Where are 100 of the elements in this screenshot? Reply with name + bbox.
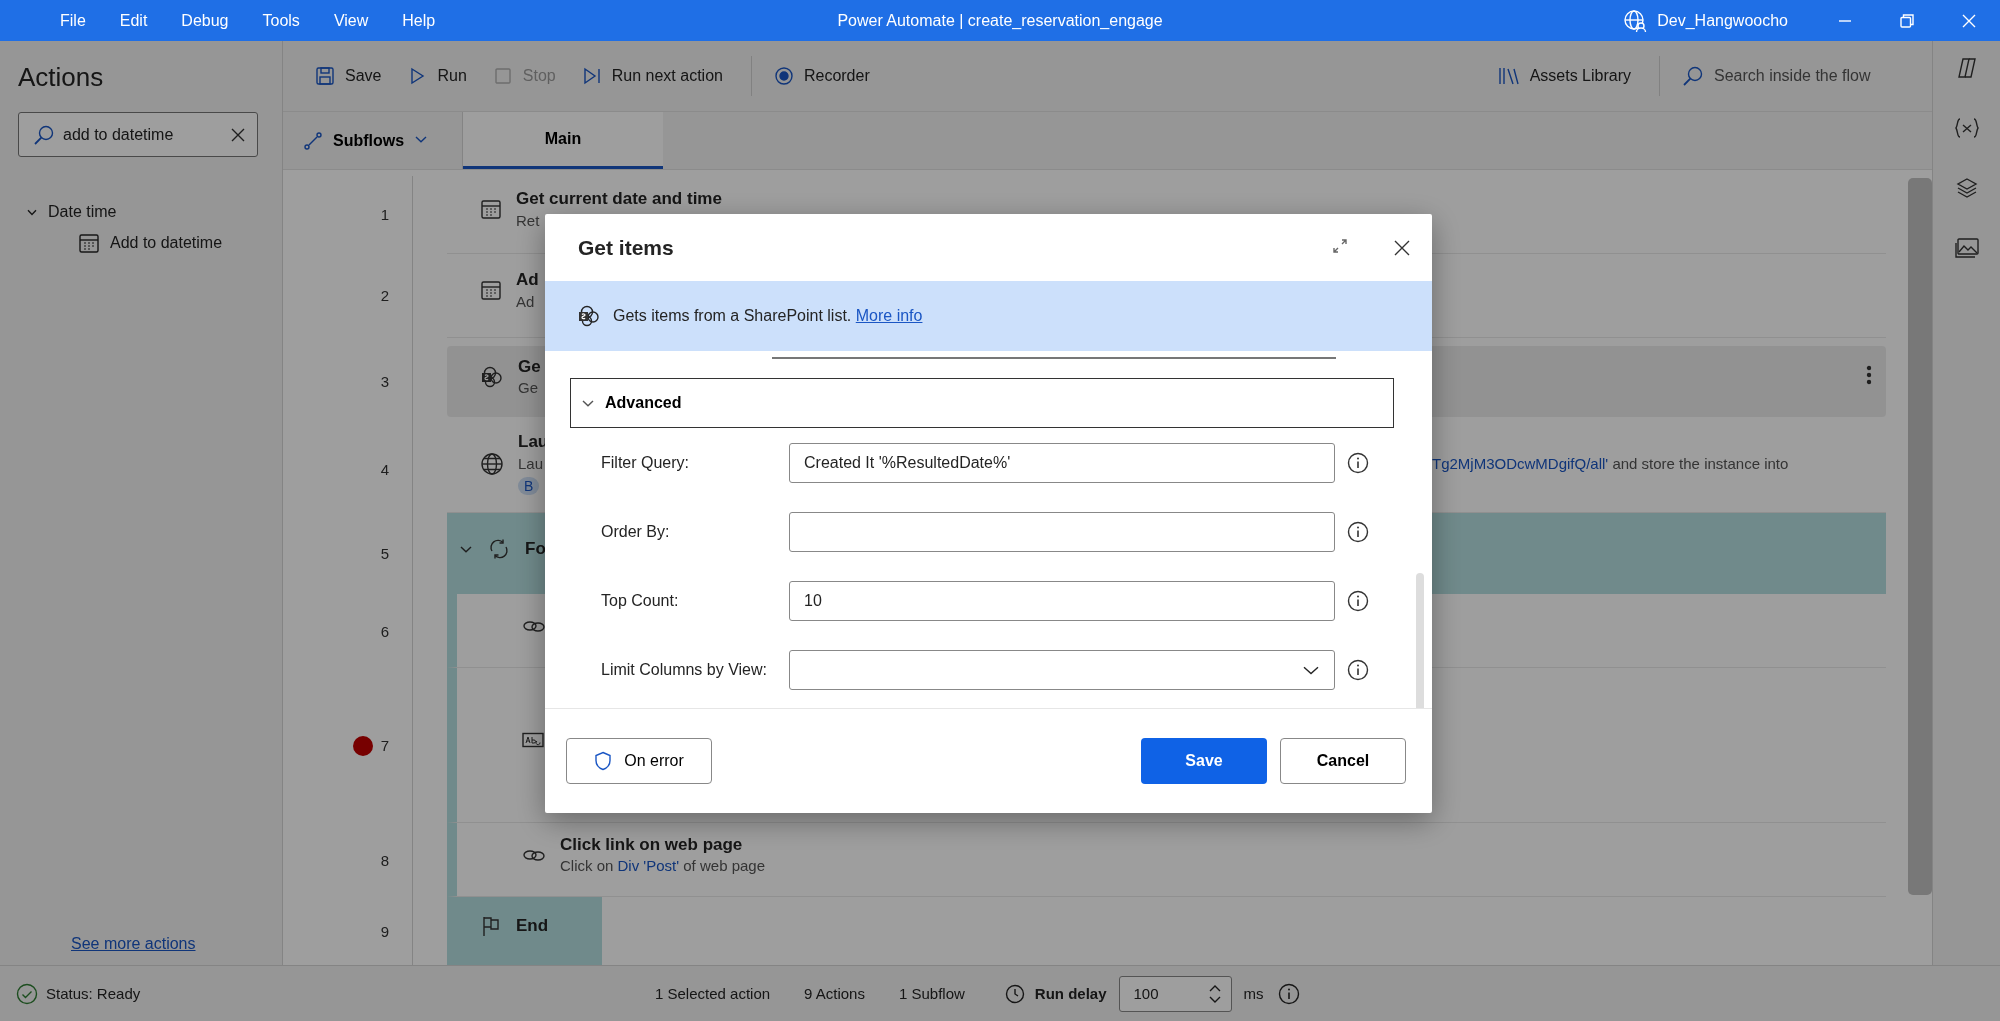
calendar-icon [78,232,100,254]
action-title: End [516,916,549,936]
scrollbar-thumb[interactable] [1908,178,1932,895]
field-label: Filter Query: [600,453,690,472]
url-link[interactable]: Tg2MjM3ODcwMDgifQ/all' [1432,454,1609,472]
action-title: Fo [525,538,546,559]
line-number: 7 [380,737,389,755]
line-number: 1 [380,206,389,224]
more-icon [1866,364,1872,385]
menu-item[interactable]: Edit [119,11,148,30]
menu-item[interactable]: Help [402,11,436,30]
check-circle-icon [16,982,38,1005]
info-icon [1347,451,1369,474]
cancel-button[interactable]: Cancel [1280,738,1406,784]
calendar-icon [480,279,502,302]
search-icon [1682,65,1704,87]
field-label: Limit Columns by View: [600,660,768,679]
line-number: 6 [380,622,389,640]
line-number: 8 [380,851,389,869]
line-number: 3 [380,373,389,391]
stepper-arrows-icon [1208,984,1221,1003]
search-icon [33,123,55,146]
status-count: 1 Selected action [655,985,771,1002]
calendar-icon [480,198,502,221]
action-title: Get current date and time [516,189,722,209]
info-icon [1347,520,1369,543]
toolbar-button[interactable]: Run next action [571,60,733,92]
line-number: 5 [380,545,389,562]
line-number: 2 [380,287,389,305]
status-count: 1 Subflow [898,985,965,1002]
shield-icon [594,751,613,771]
advanced-section-header[interactable]: Advanced [570,378,1394,428]
see-more-link[interactable]: See more actions [71,935,196,953]
input-field[interactable]: Created It '%ResultedDate%' [789,442,1335,483]
menu-item[interactable]: Tools [262,11,300,30]
search-field[interactable]: add to datetime [18,112,258,157]
text-box-icon [522,732,544,749]
variable-badge: B [518,476,540,496]
close-icon [231,127,245,142]
input-field[interactable]: 10 [789,580,1335,621]
stop-icon [492,66,513,86]
menu-item[interactable]: Debug [181,11,229,30]
scrollbar-thumb[interactable] [1416,573,1424,708]
on-error-button[interactable]: On error [566,738,712,784]
unit-label: ms [1243,985,1264,1002]
line-number: 4 [380,460,389,478]
info-icon [1277,982,1300,1005]
flag-icon [480,915,502,938]
action-detail: Lau [518,454,544,472]
action-detail: Ad [516,293,535,311]
window-title: Power Automate | create_reservation_engage [837,11,1163,30]
field-label: Order By: [600,522,671,541]
input-field[interactable] [789,511,1335,552]
flow-action[interactable]: End [447,897,602,965]
action-detail: Ret [516,211,540,230]
tree-item[interactable]: Date time [18,199,282,225]
record-icon [773,66,794,86]
action-detail: Ge [518,379,538,397]
save-button[interactable]: Save [1141,738,1267,784]
minimize-icon [1838,19,1852,22]
action-title: Ad [516,270,539,290]
breakpoint-dot[interactable] [352,735,373,756]
dropdown-field[interactable] [789,649,1335,690]
toolbar-button[interactable]: Save [305,60,392,92]
field-label: Top Count: [600,591,680,610]
status-text: Status: Ready [46,985,141,1002]
menu-item[interactable]: View [333,11,369,30]
action-title: Ge [518,356,541,377]
clock-icon [1004,983,1025,1004]
panel-title: Actions [18,61,105,93]
restore-icon [1900,13,1914,28]
more-info-link[interactable]: More info [855,307,923,324]
dialog-title: Get items [578,235,675,260]
expand-icon [1332,237,1348,254]
info-text: Gets items from a SharePoint list. More info [613,307,923,325]
globe-icon [480,451,504,476]
tab[interactable]: Main [463,112,663,169]
toolbar-button[interactable]: Run [397,60,477,92]
globe-person-icon [1623,8,1648,33]
menu-item[interactable]: File [60,11,86,30]
step-icon [581,66,602,86]
run-delay-label: Run delay [1034,985,1107,1002]
action-title: Click link on web page [560,834,743,855]
toolbar-button[interactable]: Assets Library [1487,60,1641,92]
run-delay-field[interactable]: 100 [1118,975,1232,1012]
action-detail: Click on Div 'Post' of web page [560,857,765,875]
subflow-icon [303,130,323,151]
library-icon [1497,66,1520,86]
toolbar-button[interactable]: Recorder [763,60,880,92]
close-icon [1394,239,1410,256]
layers-icon [1954,176,1979,200]
info-icon [1347,589,1369,612]
info-icon [1347,658,1369,681]
variables-icon [1953,117,1980,139]
tree-item[interactable]: Add to datetime [18,225,282,261]
images-icon [1953,237,1980,259]
element-link[interactable]: Div 'Post' [617,857,680,875]
status-count: 9 Actions [804,985,865,1002]
user-name: Dev_Hangwoocho [1657,11,1788,30]
search-field[interactable]: Search inside the flow [1672,59,1932,93]
